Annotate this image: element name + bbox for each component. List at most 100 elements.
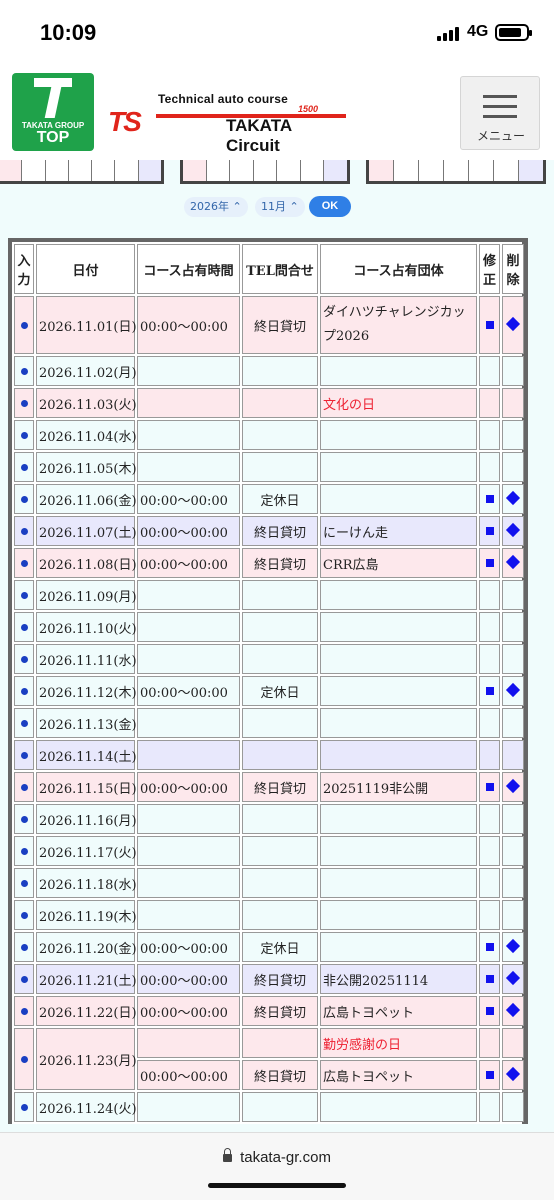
input-dot-icon[interactable] [20,559,28,567]
delete-cell[interactable] [502,484,524,514]
edit-square-icon[interactable] [485,782,494,791]
delete-cell[interactable] [502,996,524,1026]
input-cell[interactable] [14,1092,34,1122]
delete-diamond-icon[interactable] [505,490,521,505]
input-cell[interactable] [14,548,34,578]
delete-cell[interactable] [502,516,524,546]
input-cell[interactable] [14,740,34,770]
input-cell[interactable] [14,452,34,482]
edit-square-icon[interactable] [485,1006,494,1015]
edit-cell[interactable] [479,772,500,802]
input-cell[interactable] [14,868,34,898]
delete-diamond-icon[interactable] [505,1066,521,1081]
edit-cell[interactable] [479,964,500,994]
delete-cell[interactable] [502,772,524,802]
input-dot-icon[interactable] [20,975,28,983]
edit-square-icon[interactable] [485,942,494,951]
input-cell[interactable] [14,484,34,514]
menu-button[interactable]: メニュー [460,76,540,150]
input-cell[interactable] [14,676,34,706]
input-cell[interactable] [14,580,34,610]
input-cell[interactable] [14,296,34,354]
input-cell[interactable] [14,516,34,546]
year-select[interactable]: 2026年 ⌃ [184,197,248,217]
input-dot-icon[interactable] [20,527,28,535]
delete-cell[interactable] [502,676,524,706]
input-dot-icon[interactable] [20,751,28,759]
delete-diamond-icon[interactable] [505,938,521,953]
input-dot-icon[interactable] [20,431,28,439]
delete-cell [502,420,524,450]
edit-square-icon[interactable] [485,494,494,503]
input-dot-icon[interactable] [20,399,28,407]
edit-square-icon[interactable] [485,526,494,535]
input-dot-icon[interactable] [20,815,28,823]
input-cell[interactable] [14,996,34,1026]
delete-diamond-icon[interactable] [505,1002,521,1017]
delete-cell[interactable] [502,548,524,578]
input-cell[interactable] [14,900,34,930]
url-display[interactable]: takata-gr.com [0,1148,554,1166]
delete-cell[interactable] [502,964,524,994]
edit-square-icon[interactable] [485,320,494,329]
input-dot-icon[interactable] [20,623,28,631]
mini-calendar-next[interactable] [366,160,546,184]
edit-cell[interactable] [479,548,500,578]
input-dot-icon[interactable] [20,879,28,887]
input-cell[interactable] [14,644,34,674]
edit-cell[interactable] [479,484,500,514]
mini-calendar-current[interactable] [180,160,350,184]
input-dot-icon[interactable] [20,1055,28,1063]
takata-circuit-logo[interactable]: Technical auto course TS 1500 TAKATA Cir… [108,92,348,155]
edit-cell[interactable] [479,516,500,546]
delete-diamond-icon[interactable] [505,970,521,985]
edit-cell[interactable] [479,296,500,354]
edit-cell[interactable] [479,996,500,1026]
input-dot-icon[interactable] [20,495,28,503]
input-dot-icon[interactable] [20,591,28,599]
delete-diamond-icon[interactable] [505,682,521,697]
mini-calendar-prev[interactable] [0,160,164,184]
input-cell[interactable] [14,932,34,962]
edit-square-icon[interactable] [485,686,494,695]
input-dot-icon[interactable] [20,783,28,791]
input-dot-icon[interactable] [20,367,28,375]
input-dot-icon[interactable] [20,719,28,727]
input-dot-icon[interactable] [20,1007,28,1015]
delete-diamond-icon[interactable] [505,316,521,331]
edit-square-icon[interactable] [485,1070,494,1079]
input-dot-icon[interactable] [20,943,28,951]
input-cell[interactable] [14,964,34,994]
input-dot-icon[interactable] [20,463,28,471]
edit-square-icon[interactable] [485,558,494,567]
input-cell[interactable] [14,804,34,834]
ok-button[interactable]: OK [309,196,351,217]
input-dot-icon[interactable] [20,321,28,329]
input-cell[interactable] [14,420,34,450]
delete-cell[interactable] [502,932,524,962]
input-cell[interactable] [14,388,34,418]
delete-cell[interactable] [502,296,524,354]
top-button[interactable]: TAKATA GROUP TOP [12,73,94,151]
input-cell[interactable] [14,772,34,802]
delete-diamond-icon[interactable] [505,778,521,793]
delete-diamond-icon[interactable] [505,554,521,569]
edit-cell[interactable] [479,1060,500,1090]
input-cell[interactable] [14,836,34,866]
input-dot-icon[interactable] [20,687,28,695]
input-dot-icon[interactable] [20,1103,28,1111]
input-dot-icon[interactable] [20,911,28,919]
month-select[interactable]: 11月 ⌃ [255,197,305,217]
delete-diamond-icon[interactable] [505,522,521,537]
edit-square-icon[interactable] [485,974,494,983]
input-cell[interactable] [14,356,34,386]
input-cell[interactable] [14,708,34,738]
edit-cell[interactable] [479,932,500,962]
browser-address-bar[interactable]: takata-gr.com [0,1132,554,1200]
delete-cell[interactable] [502,1060,524,1090]
input-cell[interactable] [14,612,34,642]
edit-cell[interactable] [479,676,500,706]
input-dot-icon[interactable] [20,847,28,855]
input-dot-icon[interactable] [20,655,28,663]
input-cell[interactable] [14,1028,34,1090]
